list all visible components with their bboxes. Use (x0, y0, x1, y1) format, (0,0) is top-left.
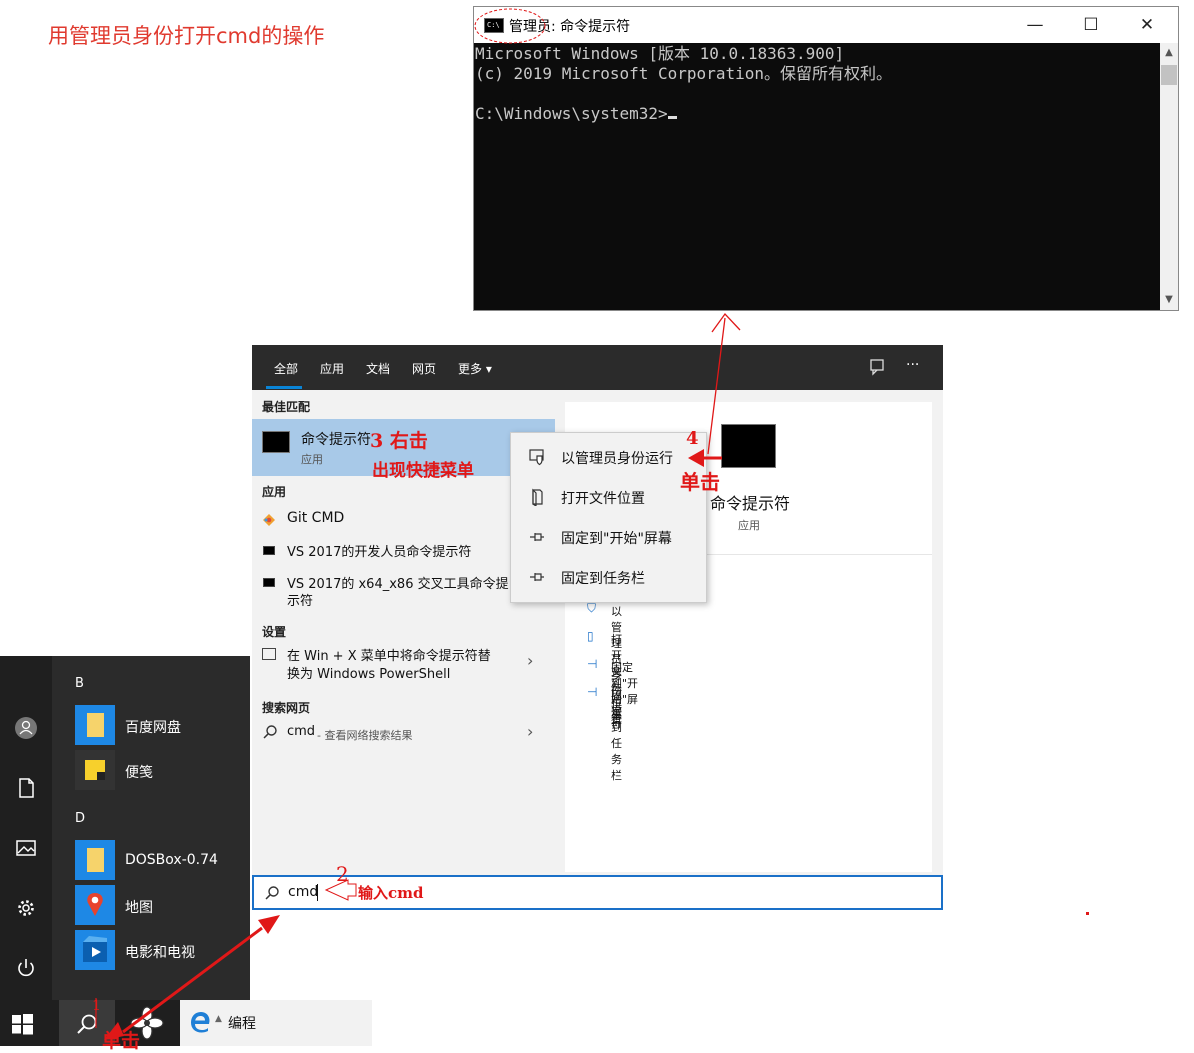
arrow-head (711, 312, 741, 333)
annotation-step1-desc: 单击 (102, 1030, 141, 1052)
annotation-step2: 2 (336, 862, 349, 886)
title-highlight-ellipse (474, 8, 546, 44)
annotation-step4: 4 (686, 428, 699, 449)
arrow-head (258, 915, 280, 934)
red-dot (1086, 912, 1089, 915)
annotation-step1: 1 (92, 998, 101, 1014)
arrow-head-left (688, 449, 704, 467)
annotation-arrows (95, 8, 1089, 1040)
annotation-step2-desc: 输入cmd (358, 884, 424, 902)
annotation-step3: 3 右击 (370, 430, 428, 452)
annotation-step4-desc: 单击 (680, 470, 720, 494)
annotation-step3-desc: 出现快捷菜单 (372, 461, 474, 481)
arrow-line (122, 926, 263, 1034)
arrow-line (707, 317, 726, 455)
